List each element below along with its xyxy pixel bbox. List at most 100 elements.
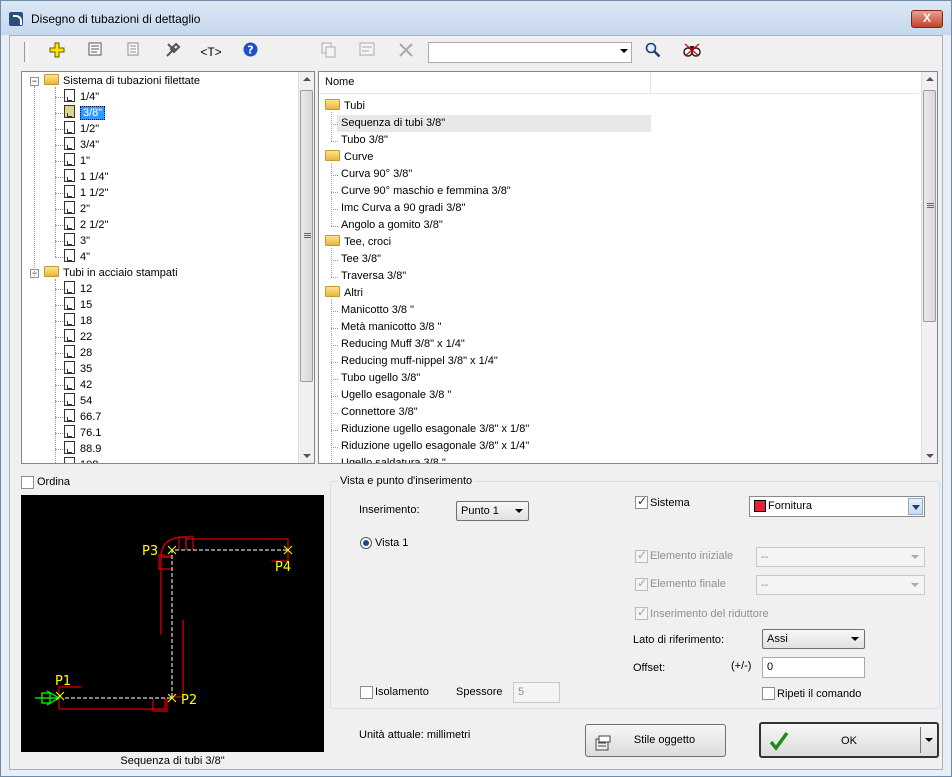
list-item[interactable]: Traversa 3/8" xyxy=(337,268,406,285)
list-icon[interactable] xyxy=(122,42,144,62)
list-group[interactable]: Tee, croci xyxy=(325,234,391,251)
tree-item-label: 18 xyxy=(80,315,93,327)
preview-canvas: P1 P2 P3 P4 xyxy=(21,495,324,752)
header-divider xyxy=(650,72,651,94)
close-button[interactable]: X xyxy=(911,10,943,28)
tree-item[interactable]: 1 1/4" xyxy=(64,169,108,185)
list-group[interactable]: Curve xyxy=(325,149,373,166)
tree-item[interactable]: 108 xyxy=(64,457,98,463)
insulation-checkbox[interactable] xyxy=(360,686,373,699)
toolbar-grip[interactable] xyxy=(24,42,28,62)
tree-item[interactable]: 1/2" xyxy=(64,121,99,137)
object-style-button[interactable]: Stile oggetto xyxy=(585,724,726,757)
list-item[interactable]: Tubo 3/8" xyxy=(337,132,388,149)
delete-icon[interactable] xyxy=(395,42,417,62)
component-list[interactable]: Nome Tubi Sequenza di tubi 3/8" Tubo 3/8" C… xyxy=(318,71,938,464)
tree-item[interactable]: 66.7 xyxy=(64,409,101,425)
document-icon xyxy=(64,89,75,102)
ok-button[interactable]: OK xyxy=(759,722,939,758)
list-item[interactable]: Metà manicotto 3/8 " xyxy=(337,319,442,336)
style-icon xyxy=(595,733,611,764)
end-element-checkbox[interactable] xyxy=(635,576,648,591)
tree-item[interactable]: 35 xyxy=(64,361,92,377)
tree-item-label: 1 1/2" xyxy=(80,187,109,199)
sort-checkbox[interactable] xyxy=(21,476,34,489)
list-item[interactable]: Curve 90° maschio e femmina 3/8" xyxy=(337,183,511,200)
tree-connector xyxy=(55,129,63,130)
tree-group[interactable]: Sistema di tubazioni filettate xyxy=(44,73,200,89)
tree-item[interactable]: 2" xyxy=(64,201,90,217)
point-label-p2: P2 xyxy=(181,693,197,708)
list-item[interactable]: Ugello saldatura 3/8 " xyxy=(337,455,446,463)
list-item[interactable]: Ugello esagonale 3/8 " xyxy=(337,387,451,404)
list-item[interactable]: Imc Curva a 90 gradi 3/8" xyxy=(337,200,465,217)
insert-dropdown[interactable]: Punto 1 xyxy=(456,501,529,521)
ref-side-dropdown[interactable]: Assi xyxy=(762,629,865,649)
edit-icon[interactable] xyxy=(356,42,378,62)
list-item[interactable]: Tee 3/8" xyxy=(337,251,381,268)
list-scrollbar[interactable] xyxy=(921,72,937,463)
start-element-checkbox[interactable] xyxy=(635,548,648,563)
copy-icon[interactable] xyxy=(318,42,340,62)
thickness-input[interactable]: 5 xyxy=(513,682,560,703)
tree-scroll-thumb[interactable] xyxy=(300,90,313,382)
tree-item[interactable]: 3/4" xyxy=(64,137,99,153)
scroll-down-icon[interactable] xyxy=(303,454,311,458)
offset-input[interactable]: 0 xyxy=(762,657,865,678)
list-item[interactable]: Riduzione ugello esagonale 3/8" x 1/8" xyxy=(337,421,529,438)
reducer-checkbox[interactable] xyxy=(635,605,648,620)
start-element-dropdown[interactable]: -- xyxy=(756,547,925,567)
list-header-name[interactable]: Nome xyxy=(325,76,354,88)
tree-item[interactable]: 88.9 xyxy=(64,441,101,457)
system-dropdown[interactable]: Fornitura xyxy=(749,496,925,517)
insulation-label: Isolamento xyxy=(375,686,429,698)
tree-item[interactable]: 1" xyxy=(64,153,90,169)
list-item[interactable]: Reducing Muff 3/8" x 1/4" xyxy=(337,336,465,353)
tree-item[interactable]: 4" xyxy=(64,249,90,265)
tree-item[interactable]: 2 1/2" xyxy=(64,217,108,233)
list-item[interactable]: Manicotto 3/8 " xyxy=(337,302,414,319)
tree-item[interactable]: 1 1/2" xyxy=(64,185,108,201)
tree-group[interactable]: Tubi in acciaio stampati xyxy=(44,265,178,281)
tree-item[interactable]: 76.1 xyxy=(64,425,101,441)
scroll-down-icon[interactable] xyxy=(926,454,934,458)
tree-item[interactable]: 28 xyxy=(64,345,92,361)
list-item[interactable]: Reducing muff-nippel 3/8" x 1/4" xyxy=(337,353,498,370)
find-binoculars-icon[interactable] xyxy=(681,42,703,62)
list-item[interactable]: Connettore 3/8" xyxy=(337,404,418,421)
list-item-label: Ugello esagonale 3/8 " xyxy=(341,389,452,401)
search-icon[interactable] xyxy=(642,42,664,62)
list-item[interactable]: Tubo ugello 3/8" xyxy=(337,370,420,387)
properties-icon[interactable] xyxy=(84,42,106,62)
help-icon[interactable]: ? xyxy=(239,42,261,62)
repeat-command-checkbox[interactable] xyxy=(762,687,775,700)
system-dropdown-button[interactable] xyxy=(908,498,923,515)
category-tree[interactable]: Sistema di tubazioni filettate − 1/4" 3/8" 1… xyxy=(21,71,315,464)
tree-scrollbar[interactable] xyxy=(298,72,314,463)
tree-item[interactable]: 54 xyxy=(64,393,92,409)
tree-item[interactable]: 3" xyxy=(64,233,90,249)
tree-item[interactable]: 18 xyxy=(64,313,92,329)
list-item[interactable]: Sequenza di tubi 3/8" xyxy=(337,115,651,132)
ok-dropdown-arrow-icon[interactable] xyxy=(925,738,933,742)
scroll-up-icon[interactable] xyxy=(303,77,311,81)
add-icon[interactable] xyxy=(46,42,68,62)
end-element-dropdown[interactable]: -- xyxy=(756,575,925,595)
tree-item[interactable]: 3/8" xyxy=(64,105,106,121)
collapse-toggle-icon[interactable]: − xyxy=(30,77,39,86)
text-icon[interactable]: <T> xyxy=(200,42,222,62)
list-item[interactable]: Angolo a gomito 3/8" xyxy=(337,217,443,234)
list-scroll-thumb[interactable] xyxy=(923,90,936,322)
system-checkbox[interactable] xyxy=(635,494,648,509)
tools-icon[interactable] xyxy=(162,42,184,62)
tree-item[interactable]: 12 xyxy=(64,281,92,297)
tree-item[interactable]: 1/4" xyxy=(64,89,99,105)
tree-item[interactable]: 22 xyxy=(64,329,92,345)
tree-item[interactable]: 42 xyxy=(64,377,92,393)
list-item[interactable]: Curva 90° 3/8" xyxy=(337,166,412,183)
view-radio[interactable] xyxy=(360,537,372,549)
tree-item[interactable]: 15 xyxy=(64,297,92,313)
list-item[interactable]: Riduzione ugello esagonale 3/8" x 1/4" xyxy=(337,438,529,455)
scroll-up-icon[interactable] xyxy=(926,77,934,81)
search-combo[interactable] xyxy=(428,42,632,63)
